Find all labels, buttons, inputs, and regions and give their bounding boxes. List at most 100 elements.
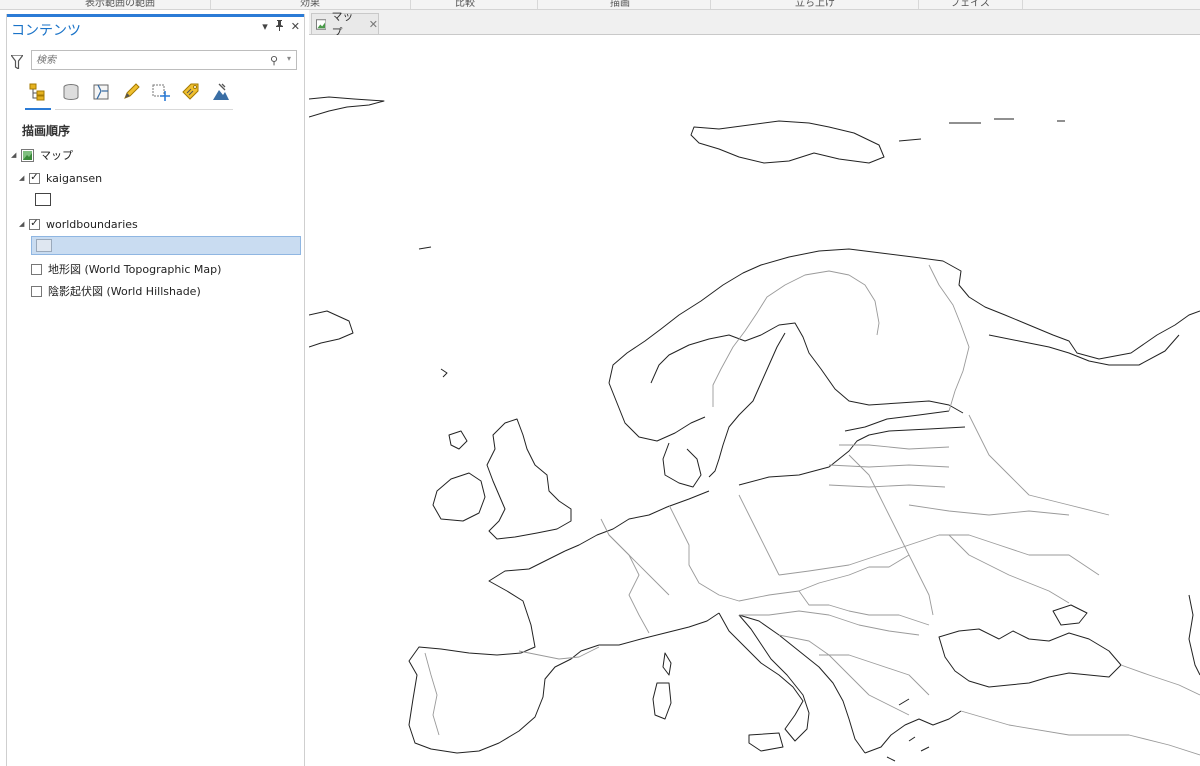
ribbon-divider (210, 0, 211, 9)
island-coast (898, 698, 910, 706)
eastern-europe-borders (968, 414, 1110, 516)
tree-layer-kaigansen[interactable]: ◢ ✓ kaigansen (19, 169, 102, 187)
caspian-coast (1188, 594, 1200, 676)
svalbard-coast (690, 120, 885, 164)
layer-symbol-swatch[interactable] (35, 193, 51, 206)
iberia-coast (408, 644, 600, 754)
ribbon-group-label: 表示範囲の範囲 (85, 0, 155, 9)
list-by-snapping-button[interactable] (149, 80, 173, 104)
azov-coast (1052, 604, 1088, 626)
draw-order-icon (29, 83, 45, 101)
map-canvas[interactable] (309, 35, 1200, 766)
sicily-coast (748, 732, 784, 752)
tree-map-node[interactable]: ◢ マップ (11, 146, 73, 164)
map-icon (316, 18, 327, 30)
selected-symbol-row[interactable] (31, 236, 301, 255)
sweden-coast (708, 332, 786, 478)
greece-coast (864, 710, 962, 754)
ribbon-divider (537, 0, 538, 9)
corsica-coast (662, 652, 672, 676)
coastline-layer (309, 96, 1200, 762)
france-coast (488, 550, 566, 654)
sardinia-coast (652, 682, 672, 720)
data-source-icon (63, 84, 79, 101)
perspective-imagery-icon (213, 83, 229, 100)
selection-icon (93, 84, 109, 100)
tree-map-label: マップ (40, 149, 73, 162)
map-drawing (309, 96, 1200, 762)
pane-title: コンテンツ (11, 23, 81, 39)
search-input[interactable] (36, 53, 256, 67)
list-by-labeling-button[interactable] (179, 80, 203, 104)
ribbon-divider (710, 0, 711, 9)
black-sea-coast (938, 628, 1122, 688)
layer-visibility-checkbox[interactable]: ✓ (29, 218, 40, 230)
expand-triangle-icon[interactable]: ◢ (11, 151, 21, 159)
ribbon-group-label: 描画 (610, 0, 630, 9)
tab-map[interactable]: マップ ✕ (311, 10, 379, 39)
pane-menu-button[interactable]: ▾ (262, 20, 268, 34)
balkan-borders (798, 590, 930, 626)
map-icon (21, 148, 34, 162)
pane-controls: ▾ ✕ (262, 20, 300, 34)
norway-south-coast (608, 382, 706, 442)
med-north-coast (599, 612, 720, 646)
island-coast (448, 430, 468, 450)
close-tab-icon[interactable]: ✕ (369, 18, 378, 31)
island-coast (920, 746, 930, 752)
layer-visibility-checkbox[interactable] (31, 285, 42, 297)
scandinavia-coast (608, 248, 1200, 384)
filter-icon[interactable] (11, 55, 23, 69)
pin-button[interactable] (275, 20, 284, 34)
central-europe-borders (600, 504, 910, 602)
ribbon-divider (1022, 0, 1023, 9)
list-by-perspective-imagery-button[interactable] (209, 80, 233, 104)
italy-coast (718, 612, 810, 742)
island-coast (908, 736, 916, 742)
island-coast (440, 368, 448, 378)
ribbon-group-label: フェイス (950, 0, 990, 9)
editing-icon (124, 83, 140, 99)
list-by-data-source-button[interactable] (59, 80, 83, 104)
close-pane-button[interactable]: ✕ (291, 20, 300, 34)
adriatic-coast (738, 614, 866, 754)
iceland-coast (309, 310, 354, 348)
caucasus-borders (1120, 664, 1200, 696)
tree-layer-topographic[interactable]: 地形図 (World Topographic Map) (31, 260, 221, 278)
map-area: マップ ✕ (309, 10, 1200, 766)
contents-pane: コンテンツ ▾ ✕ ⚲ ▾ (6, 14, 305, 766)
tree-layer-worldboundaries[interactable]: ◢ ✓ worldboundaries (19, 215, 138, 233)
search-icon[interactable]: ⚲ (270, 54, 278, 67)
active-tool-underline (25, 108, 51, 110)
layer-visibility-checkbox[interactable] (31, 263, 42, 275)
snapping-icon (152, 84, 170, 101)
list-by-draw-order-button[interactable] (25, 80, 49, 104)
boundaries-layer (424, 264, 1200, 756)
finland-russia-border (928, 264, 970, 412)
expand-triangle-icon[interactable]: ◢ (19, 174, 29, 182)
ribbon-strip: 表示範囲の範囲 効果 比較 描画 立ち上げ フェイス (0, 0, 1200, 10)
list-by-selection-button[interactable] (89, 80, 113, 104)
western-europe-borders (518, 534, 650, 660)
search-box[interactable]: ⚲ ▾ (31, 50, 297, 70)
contents-toolbar (21, 80, 233, 110)
list-by-editing-button[interactable] (119, 80, 143, 104)
denmark-coast (662, 442, 702, 488)
gulf-finland-coast (844, 410, 950, 432)
pin-icon (275, 20, 283, 31)
layer-visibility-checkbox[interactable]: ✓ (29, 172, 40, 184)
layer-symbol-swatch[interactable] (36, 239, 52, 252)
island-coast (418, 246, 432, 250)
layer-name: 陰影起伏図 (World Hillshade) (48, 285, 201, 298)
ribbon-divider (918, 0, 919, 9)
tree-layer-hillshade[interactable]: 陰影起伏図 (World Hillshade) (31, 282, 201, 300)
central-europe-borders (738, 494, 1100, 576)
expand-triangle-icon[interactable]: ◢ (19, 220, 29, 228)
ribbon-group-label: 比較 (455, 0, 475, 9)
chevron-down-icon[interactable]: ▾ (287, 54, 291, 63)
layer-name: worldboundaries (46, 217, 138, 231)
great-britain-coast (486, 418, 572, 540)
baltic-coast (738, 426, 966, 486)
turkey-borders (960, 710, 1200, 756)
island-coast (898, 138, 922, 142)
